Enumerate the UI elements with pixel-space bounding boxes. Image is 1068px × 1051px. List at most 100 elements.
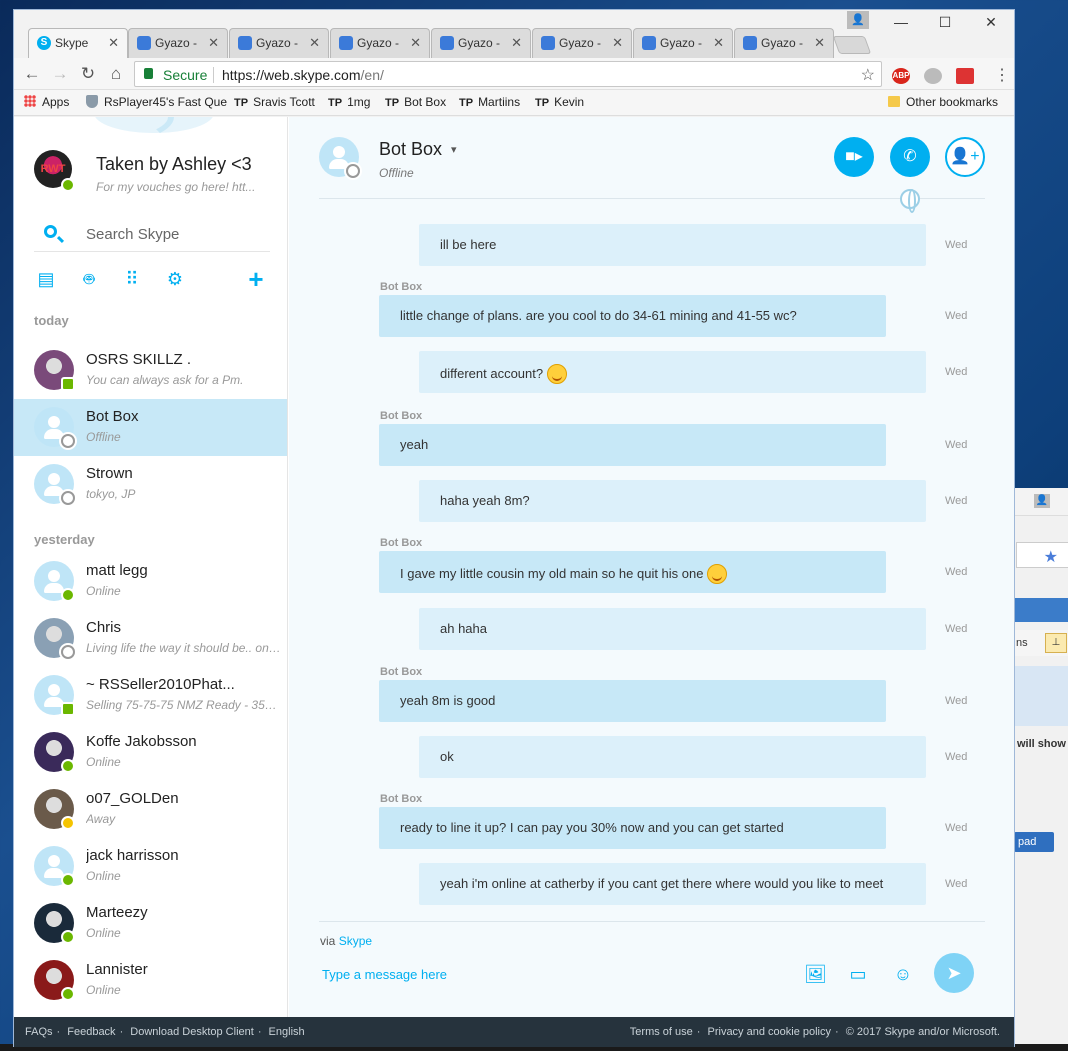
contact-item[interactable]: o07_GOLDen Away — [14, 781, 287, 838]
outgoing-message[interactable]: ok — [419, 736, 926, 778]
send-contact-icon[interactable]: ▭ — [847, 963, 869, 985]
bookmark-item[interactable]: RsPlayer45's Fast Que — [86, 95, 227, 109]
tab-gyazo[interactable]: Gyazo - ✕ — [734, 28, 834, 58]
search-box[interactable]: Search Skype — [34, 216, 270, 252]
close-window-button[interactable]: ✕ — [976, 14, 1006, 34]
contact-item[interactable]: Lannister Online — [14, 952, 287, 1009]
bookmark-item[interactable]: TP Sravis Tcott — [234, 95, 315, 109]
send-button[interactable]: ➤ — [934, 953, 974, 993]
new-chat-plus-icon[interactable]: + — [246, 266, 266, 292]
bookmark-item[interactable]: TP Kevin — [535, 95, 584, 109]
close-icon[interactable]: ✕ — [108, 35, 119, 51]
incoming-message[interactable]: yeah 8m is good — [379, 680, 886, 722]
forward-icon[interactable]: → — [50, 64, 70, 84]
bookmark-apps[interactable]: Apps — [24, 95, 69, 109]
extension-icon[interactable] — [924, 68, 942, 84]
close-icon[interactable]: ✕ — [208, 35, 219, 51]
via-skype-link[interactable]: Skype — [339, 934, 372, 948]
tab-gyazo[interactable]: Gyazo - ✕ — [229, 28, 329, 58]
incoming-message[interactable]: little change of plans. are you cool to … — [379, 295, 886, 337]
send-image-icon[interactable]: 🖼︎ — [804, 963, 827, 985]
outgoing-message[interactable]: ill be here — [419, 224, 926, 266]
conversation-avatar[interactable] — [319, 137, 360, 178]
offline-status-icon — [61, 645, 75, 659]
audio-call-button[interactable]: ✆ — [890, 137, 930, 177]
outgoing-message[interactable]: different account? — [419, 351, 926, 393]
tab-gyazo[interactable]: Gyazo - ✕ — [128, 28, 228, 58]
outgoing-message[interactable]: haha yeah 8m? — [419, 480, 926, 522]
footer-link-terms[interactable]: Terms of use — [630, 1026, 693, 1038]
home-icon[interactable]: ⌂ — [106, 64, 126, 84]
bookmark-star-icon[interactable]: ☆ — [861, 65, 875, 85]
add-participant-button[interactable]: 👤+ — [945, 137, 985, 177]
close-icon[interactable]: ✕ — [410, 35, 421, 51]
contacts-icon[interactable]: ▤ — [36, 269, 56, 289]
chevron-down-icon[interactable]: ▾ — [451, 143, 457, 156]
dialpad-icon[interactable]: ⠿ — [122, 269, 142, 289]
close-icon[interactable]: ✕ — [713, 35, 724, 51]
contact-name: Chris — [86, 619, 122, 636]
menu-icon[interactable]: ⋮ — [994, 65, 1010, 85]
outgoing-message[interactable]: yeah i'm online at catherby if you cant … — [419, 863, 926, 905]
footer-link-faqs[interactable]: FAQs — [25, 1026, 53, 1038]
footer-link-privacy[interactable]: Privacy and cookie policy — [708, 1026, 832, 1038]
address-bar[interactable]: Secure https://web.skype.com/en/ ☆ — [134, 61, 882, 87]
close-icon[interactable]: ✕ — [511, 35, 522, 51]
contact-item[interactable]: matt legg Online — [14, 553, 287, 610]
bookmark-item[interactable]: TP Martiins — [459, 95, 520, 109]
footer-link-feedback[interactable]: Feedback — [67, 1026, 115, 1038]
contact-name: OSRS SKILLZ . — [86, 351, 192, 368]
bookmark-label: Sravis Tcott — [253, 95, 315, 109]
maximize-button[interactable]: ☐ — [930, 14, 960, 34]
bookmark-item[interactable]: TP Bot Box — [385, 95, 446, 109]
bookmark-other[interactable]: Other bookmarks — [888, 95, 998, 109]
close-icon[interactable]: ✕ — [612, 35, 623, 51]
tab-skype[interactable]: S Skype ✕ — [28, 28, 128, 58]
minimize-button[interactable]: — — [886, 14, 916, 34]
contact-name: Koffe Jakobsson — [86, 733, 197, 750]
extension-icon[interactable] — [956, 68, 974, 84]
contact-name: o07_GOLDen — [86, 790, 179, 807]
new-tab-button[interactable] — [832, 36, 872, 54]
tab-gyazo[interactable]: Gyazo - ✕ — [431, 28, 531, 58]
search-input[interactable]: Search Skype — [86, 226, 179, 243]
conversation-title[interactable]: Bot Box — [379, 139, 442, 160]
contact-mood: Away — [86, 812, 116, 826]
contact-item[interactable]: Marteezy Online — [14, 895, 287, 952]
footer-link-language[interactable]: English — [269, 1026, 305, 1038]
contact-avatar — [34, 960, 75, 1001]
bookmark-item[interactable]: TP 1mg — [328, 95, 370, 109]
close-icon[interactable]: ✕ — [309, 35, 320, 51]
tab-gyazo[interactable]: Gyazo - ✕ — [330, 28, 430, 58]
my-mood[interactable]: For my vouches go here! htt... — [96, 180, 271, 194]
emoticon-icon[interactable]: ☺ — [892, 963, 914, 985]
conversation-status: Offline — [379, 166, 414, 180]
contact-item[interactable]: Strown tokyo, JP — [14, 456, 287, 513]
adblock-icon[interactable]: ABP — [892, 68, 910, 84]
settings-gear-icon[interactable]: ⚙ — [165, 269, 185, 289]
contact-avatar — [34, 618, 75, 659]
video-call-button[interactable]: ■▸ — [834, 137, 874, 177]
add-bot-icon[interactable]: 🤖︎ — [79, 269, 99, 289]
contact-item[interactable]: Koffe Jakobsson Online — [14, 724, 287, 781]
contact-item[interactable]: Chris Living life the way it should be.. … — [14, 610, 287, 667]
tab-gyazo[interactable]: Gyazo - ✕ — [532, 28, 632, 58]
contact-item[interactable]: OSRS SKILLZ . You can always ask for a Pm… — [14, 342, 287, 399]
close-icon[interactable]: ✕ — [814, 35, 825, 51]
contact-item[interactable]: Bot Box Offline — [14, 399, 287, 456]
outgoing-message[interactable]: ah haha — [419, 608, 926, 650]
tp-icon: TP — [459, 97, 474, 109]
incoming-message[interactable]: ready to line it up? I can pay you 30% n… — [379, 807, 886, 849]
incoming-message[interactable]: I gave my little cousin my old main so h… — [379, 551, 886, 593]
contact-item[interactable]: ~ RSSeller2010Phat... Selling 75-75-75 NM… — [14, 667, 287, 724]
my-name[interactable]: Taken by Ashley <3 — [96, 154, 252, 175]
message-input[interactable]: Type a message here — [322, 967, 447, 982]
profile-icon[interactable]: 👤 — [847, 11, 869, 29]
bookmark-label: Kevin — [554, 95, 585, 109]
back-icon[interactable]: ← — [22, 64, 42, 84]
reload-icon[interactable]: ↻ — [78, 64, 98, 84]
contact-item[interactable]: jack harrisson Online — [14, 838, 287, 895]
tab-gyazo[interactable]: Gyazo - ✕ — [633, 28, 733, 58]
incoming-message[interactable]: yeah — [379, 424, 886, 466]
footer-link-download[interactable]: Download Desktop Client — [130, 1026, 254, 1038]
